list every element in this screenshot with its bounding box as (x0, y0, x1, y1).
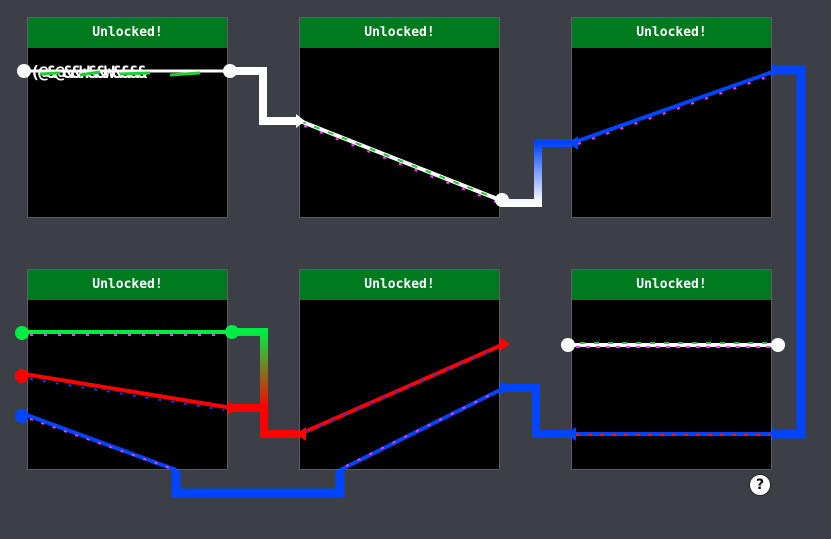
puzzle-panel-4[interactable]: Unlocked! (27, 269, 228, 470)
panel-status: Unlocked! (300, 270, 499, 300)
puzzle-panel-1[interactable]: Unlocked! (27, 17, 228, 218)
puzzle-panel-3[interactable]: Unlocked! (571, 17, 772, 218)
connector-red (232, 404, 299, 438)
panel-status: Unlocked! (300, 18, 499, 48)
arrow-node (772, 427, 782, 441)
connector-blue-bottom (171, 470, 345, 498)
game-board: Unlocked! Unlocked! Unlocked! Unlocked! … (0, 0, 831, 539)
arrow-node (500, 337, 510, 351)
connector-green-red (232, 328, 268, 408)
arrow-node (228, 401, 238, 415)
help-icon: ? (755, 477, 765, 493)
connector-blue-right (778, 65, 806, 439)
panel-status: Unlocked! (28, 18, 227, 48)
connector-white (230, 67, 299, 125)
connector-blue-p5 (504, 384, 571, 438)
puzzle-panel-5[interactable]: Unlocked! (299, 269, 500, 470)
panel-status: Unlocked! (572, 18, 771, 48)
help-button[interactable]: ? (749, 474, 771, 496)
arrow-node (500, 381, 510, 395)
puzzle-panel-6[interactable]: Unlocked! (571, 269, 772, 470)
puzzle-panel-2[interactable]: Unlocked! (299, 17, 500, 218)
connector-white-blue (502, 139, 571, 207)
panel-status: Unlocked! (28, 270, 227, 300)
arrow-node (772, 63, 782, 77)
panel-status: Unlocked! (572, 270, 771, 300)
endpoint-node[interactable] (771, 338, 785, 352)
